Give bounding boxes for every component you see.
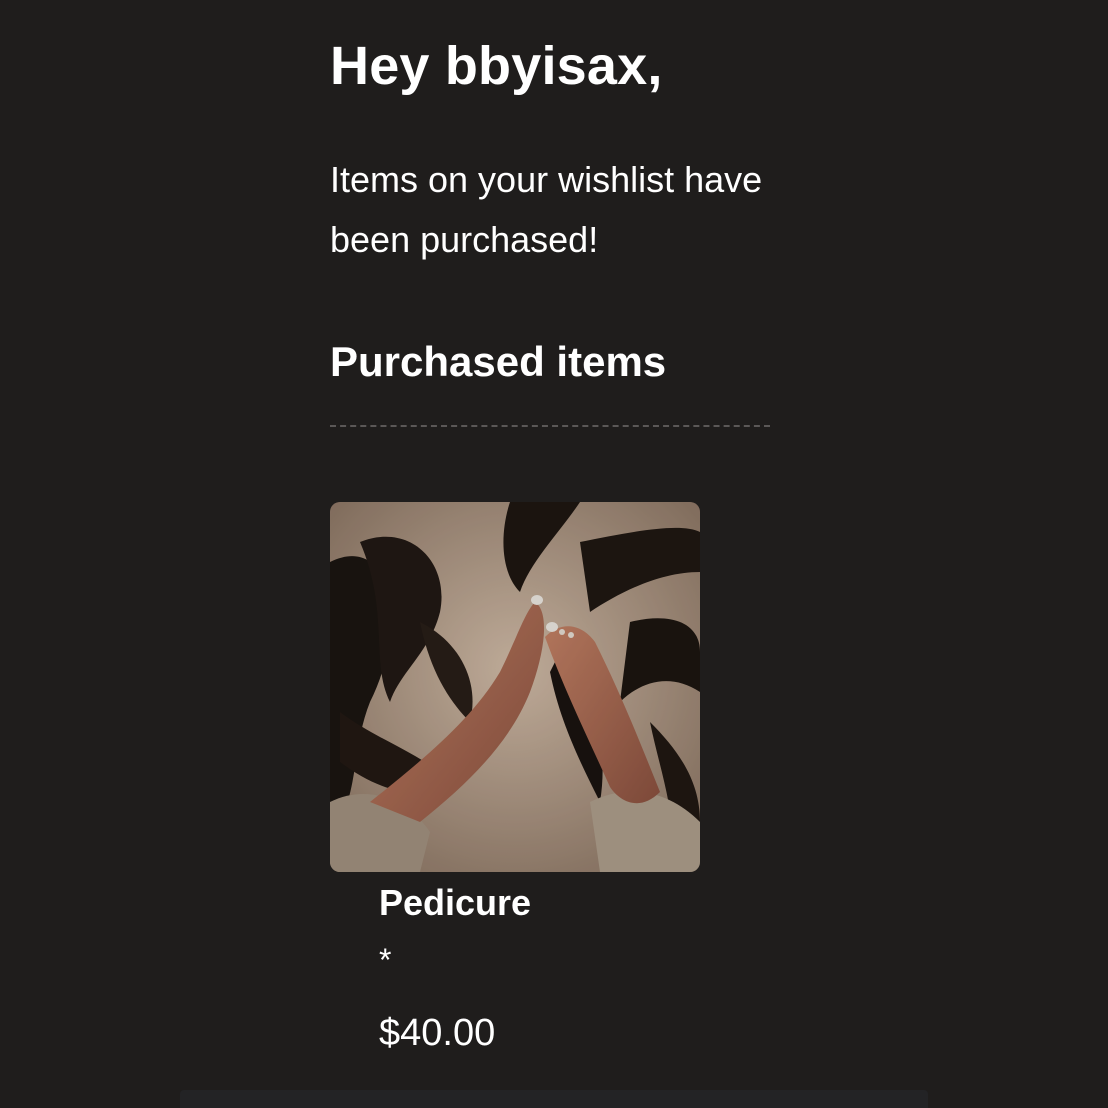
item-note: * bbox=[379, 942, 392, 978]
dashed-divider bbox=[330, 425, 770, 427]
item-price: $40.00 bbox=[379, 1012, 496, 1054]
footer-strip bbox=[180, 1090, 928, 1108]
email-page: Hey bbyisax, Items on your wishlist have… bbox=[0, 0, 1108, 1108]
section-title-purchased-items: Purchased items bbox=[330, 338, 667, 385]
item-image[interactable] bbox=[330, 502, 700, 872]
purchase-message: Items on your wishlist have been purchas… bbox=[330, 159, 763, 260]
item-name: Pedicure bbox=[379, 882, 532, 923]
feet-on-zebra-blanket-photo bbox=[330, 502, 700, 872]
greeting-heading: Hey bbyisax, bbox=[330, 36, 663, 96]
